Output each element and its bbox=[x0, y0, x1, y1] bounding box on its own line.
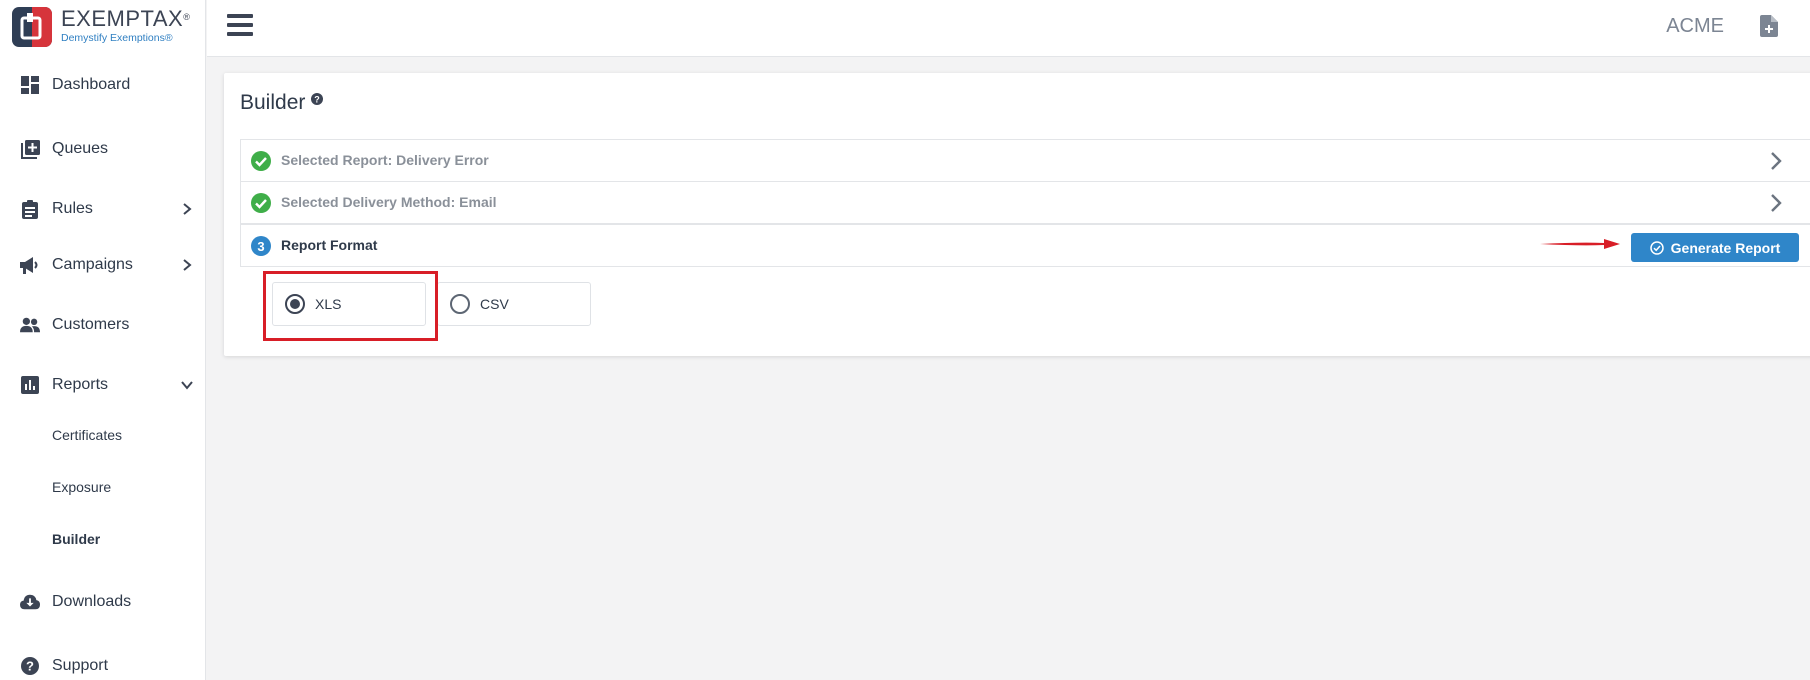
chevron-down-icon bbox=[181, 381, 193, 390]
sidebar-item-label: Rules bbox=[52, 200, 93, 217]
generate-report-label: Generate Report bbox=[1670, 239, 1781, 256]
brand-name: EXEMPTAX® bbox=[61, 6, 191, 31]
sidebar-item-label: Queues bbox=[52, 140, 109, 157]
chevron-right-icon bbox=[1771, 194, 1782, 212]
svg-text:?: ? bbox=[314, 95, 320, 105]
sidebar-item-label: Campaigns bbox=[52, 256, 133, 273]
sidebar-item-label: Downloads bbox=[52, 593, 132, 610]
hamburger-menu-icon[interactable] bbox=[227, 14, 253, 36]
page-title: Builder bbox=[240, 91, 306, 114]
clipboard-icon bbox=[20, 199, 40, 219]
check-circle-outline-icon bbox=[1649, 240, 1664, 255]
sidebar-item-label: Support bbox=[52, 657, 109, 674]
sidebar-subitem-builder[interactable]: Builder bbox=[0, 523, 206, 555]
format-option-label: XLS bbox=[315, 296, 342, 312]
generate-report-button[interactable]: Generate Report bbox=[1631, 233, 1799, 262]
brand-tagline: Demystify Exemptions® bbox=[61, 32, 173, 44]
annotation-arrow-icon bbox=[1540, 239, 1620, 249]
format-option-csv[interactable]: CSV bbox=[437, 282, 591, 326]
sidebar-item-queues[interactable]: Queues bbox=[0, 129, 206, 169]
sidebar-item-support[interactable]: ? Support bbox=[0, 646, 206, 680]
sidebar-item-label: Reports bbox=[52, 376, 109, 393]
sidebar-subitem-label: Builder bbox=[52, 531, 101, 547]
help-icon[interactable]: ? bbox=[311, 93, 323, 105]
sidebar-subitem-label: Certificates bbox=[52, 427, 123, 443]
sidebar-subitem-label: Exposure bbox=[52, 479, 112, 495]
format-option-xls[interactable]: XLS bbox=[272, 282, 426, 326]
megaphone-icon bbox=[20, 255, 40, 275]
brand-logo[interactable]: EXEMPTAX® Demystify Exemptions® bbox=[12, 7, 190, 47]
queue-add-icon bbox=[20, 139, 40, 159]
step-label: Report Format bbox=[281, 237, 378, 253]
sidebar-item-label: Dashboard bbox=[52, 76, 131, 93]
people-icon bbox=[20, 315, 40, 335]
step-label: Selected Report: Delivery Error bbox=[281, 152, 489, 168]
svg-text:?: ? bbox=[26, 659, 34, 674]
format-option-label: CSV bbox=[480, 296, 509, 312]
radio-unchecked-icon[interactable] bbox=[450, 294, 470, 314]
step-delivery-method[interactable]: Selected Delivery Method: Email bbox=[240, 181, 1810, 224]
help-circle-icon: ? bbox=[20, 656, 40, 676]
radio-checked-icon[interactable] bbox=[285, 294, 305, 314]
step-selected-report[interactable]: Selected Report: Delivery Error bbox=[240, 139, 1810, 182]
company-name[interactable]: ACME bbox=[1666, 15, 1724, 38]
sidebar-subitem-certificates[interactable]: Certificates bbox=[0, 419, 206, 451]
sidebar-item-rules[interactable]: Rules bbox=[0, 189, 206, 229]
sidebar-item-label: Customers bbox=[52, 316, 130, 333]
check-circle-icon bbox=[251, 151, 271, 171]
sidebar: EXEMPTAX® Demystify Exemptions® Dashboar… bbox=[0, 0, 206, 680]
exemptax-logo-icon bbox=[12, 7, 52, 47]
step-label: Selected Delivery Method: Email bbox=[281, 194, 497, 210]
new-document-icon[interactable] bbox=[1760, 15, 1778, 37]
sidebar-item-reports[interactable]: Reports bbox=[0, 365, 206, 405]
chevron-right-icon bbox=[183, 259, 192, 271]
cloud-download-icon bbox=[20, 592, 40, 612]
top-bar: ACME bbox=[207, 0, 1810, 57]
check-circle-icon bbox=[251, 193, 271, 213]
chevron-right-icon bbox=[183, 203, 192, 215]
dashboard-icon bbox=[20, 75, 40, 95]
sidebar-item-customers[interactable]: Customers bbox=[0, 305, 206, 345]
sidebar-item-downloads[interactable]: Downloads bbox=[0, 582, 206, 622]
chevron-right-icon bbox=[1771, 152, 1782, 170]
step-number-badge: 3 bbox=[251, 236, 271, 256]
sidebar-subitem-exposure[interactable]: Exposure bbox=[0, 471, 206, 503]
bar-chart-icon bbox=[20, 375, 40, 395]
sidebar-item-campaigns[interactable]: Campaigns bbox=[0, 245, 206, 285]
sidebar-item-dashboard[interactable]: Dashboard bbox=[0, 65, 206, 105]
